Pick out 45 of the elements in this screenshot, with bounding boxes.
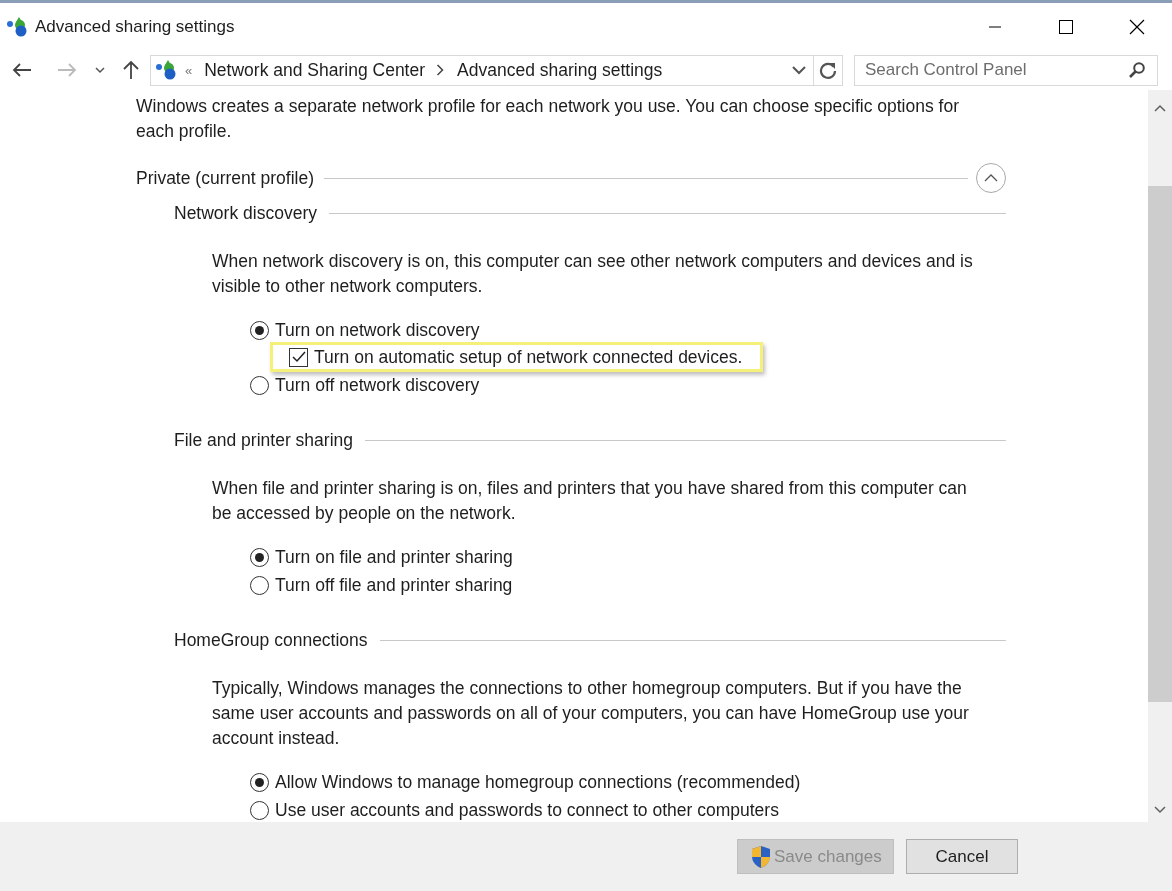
description-text: When file and printer sharing is on, files and printers that you have shared from this computer can be accessed by people on the network.	[212, 477, 968, 525]
section-title: File and printer sharing	[174, 429, 353, 451]
option-label: Turn on automatic setup of network connected devices.	[314, 346, 743, 368]
maximize-icon	[1057, 18, 1074, 35]
intro-text: Windows creates a separate network profile for each network you use. You can choose specific options for each profile.	[136, 95, 960, 143]
radio-button[interactable]	[250, 575, 269, 595]
section-title: Network discovery	[174, 202, 317, 224]
description-text: Typically, Windows manages the connections to other homegroup computers. But if you have the same user accounts and passwords on all of your computers, you can have HomeGroup use your account instead.	[212, 677, 970, 750]
radio-button[interactable]	[250, 800, 269, 820]
checkbox[interactable]	[289, 347, 308, 367]
network-icon	[6, 15, 28, 38]
radio-button[interactable]	[250, 320, 269, 340]
option-label: Turn off file and printer sharing	[275, 574, 513, 596]
option-label: Turn on network discovery	[275, 319, 480, 341]
option-label: Turn on file and printer sharing	[275, 546, 513, 568]
overflow-marker[interactable]: «	[185, 62, 193, 78]
radio-button[interactable]	[250, 547, 269, 567]
profile-title[interactable]: Private (current profile)	[136, 167, 314, 189]
scroll-up-icon[interactable]	[1154, 104, 1166, 112]
address-bar[interactable]: « Network and Sharing Center Advanced sharing settings	[150, 54, 843, 86]
option-label: Allow Windows to manage homegroup connections (recommended)	[275, 771, 801, 793]
scrollbar[interactable]	[1148, 90, 1172, 822]
search-field[interactable]: Search Control Panel	[854, 54, 1158, 86]
network-icon	[155, 59, 177, 81]
shield-icon	[750, 844, 772, 869]
chevron-right-icon[interactable]	[436, 64, 445, 76]
back-arrow-icon[interactable]	[12, 62, 32, 78]
window-title: Advanced sharing settings	[35, 16, 235, 37]
close-icon	[1128, 18, 1145, 35]
breadcrumb-link[interactable]: Advanced sharing settings	[457, 59, 663, 81]
chevron-down-icon[interactable]	[95, 66, 105, 74]
description-text: When network discovery is on, this computer can see other network computers and devices and is visible to other network computers.	[212, 250, 974, 298]
radio-button[interactable]	[250, 375, 269, 395]
minimize-icon	[987, 25, 1002, 28]
option-label: Use user accounts and passwords to connect to other computers	[275, 799, 779, 821]
option-label: Turn off network discovery	[275, 374, 480, 396]
up-arrow-icon[interactable]	[122, 60, 140, 80]
refresh-icon	[819, 61, 837, 79]
section-title: HomeGroup connections	[174, 629, 368, 651]
chevron-down-icon[interactable]	[791, 65, 807, 75]
breadcrumb-link[interactable]: Network and Sharing Center	[204, 59, 426, 81]
dialog-button[interactable]: Cancel	[906, 839, 1018, 874]
scroll-down-icon[interactable]	[1154, 806, 1166, 814]
scrollbar-thumb[interactable]	[1148, 186, 1172, 702]
radio-button[interactable]	[250, 772, 269, 792]
